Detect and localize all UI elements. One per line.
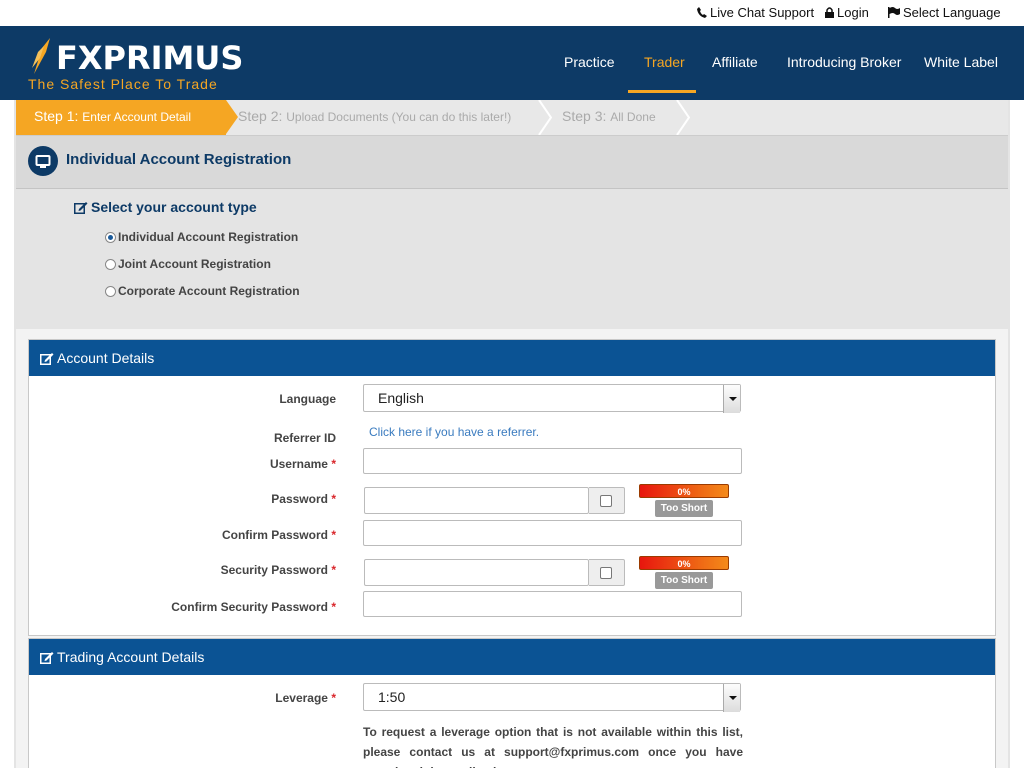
select-language-label: Select Language [903,5,1001,20]
login-label: Login [837,5,869,20]
radio-corporate[interactable]: Corporate Account Registration [105,284,300,298]
step-3: Step 3: All Done [562,108,656,124]
phone-icon [697,7,707,18]
live-chat-link[interactable]: Live Chat Support [697,5,814,20]
password-strength-meter: 0% [639,484,729,498]
checkbox-icon[interactable] [600,495,612,507]
chevron-down-icon[interactable] [723,385,740,413]
radio-button[interactable] [105,258,116,270]
radio-button[interactable] [105,285,116,297]
show-security-password-toggle[interactable] [589,559,625,586]
logo-tagline: The Safest Place To Trade [28,76,218,92]
referrer-label: Referrer ID [273,431,336,445]
username-label: Username * [269,457,336,471]
radio-button[interactable] [105,231,116,243]
edit-icon [40,352,54,365]
username-input[interactable] [363,448,742,474]
language-label: Language [279,392,336,406]
top-utility-bar: Live Chat Support Login Select Language [0,0,1024,26]
select-language-link[interactable]: Select Language [888,5,1001,20]
account-details-header: Account Details [29,340,995,376]
step-separator-chevron [538,100,552,135]
security-password-strength-label: Too Short [655,572,713,589]
security-password-label: Security Password * [220,563,336,577]
language-select[interactable]: English [363,384,741,413]
page-title: Individual Account Registration [66,151,292,168]
nav-introducing-broker[interactable]: Introducing Broker [787,54,901,70]
confirm-security-password-input[interactable] [363,591,742,617]
radio-joint[interactable]: Joint Account Registration [105,257,271,271]
password-label: Password * [271,492,336,506]
edit-icon [40,651,54,664]
radio-individual[interactable]: Individual Account Registration [105,230,298,244]
nav-trader[interactable]: Trader [644,54,685,70]
edit-icon [74,201,88,214]
nav-white-label[interactable]: White Label [924,54,998,70]
login-link[interactable]: Login [825,5,869,20]
logo-flame-icon [32,38,50,74]
monitor-icon-circle [28,146,58,176]
flag-icon [888,7,900,18]
security-password-input[interactable] [364,559,589,586]
site-header: FXPRIMUS The Safest Place To Trade Pract… [0,26,1024,100]
section-header: Individual Account Registration [16,136,1008,189]
checkbox-icon[interactable] [600,567,612,579]
password-strength-label: Too Short [655,500,713,517]
live-chat-label: Live Chat Support [710,5,815,20]
step-1: Step 1: Enter Account Detail [16,100,226,135]
step-end-chevron [676,100,690,135]
step-2: Step 2: Upload Documents (You can do thi… [238,108,512,124]
password-input[interactable] [364,487,589,514]
leverage-select[interactable]: 1:50 [363,683,741,712]
registration-steps: Step 1: Enter Account Detail Step 2: Upl… [16,100,1008,136]
security-password-strength-meter: 0% [639,556,729,570]
trading-details-header: Trading Account Details [29,639,995,675]
referrer-link[interactable]: Click here if you have a referrer. [369,425,539,439]
monitor-icon [35,155,51,168]
account-type-heading: Select your account type [74,199,257,215]
show-password-toggle[interactable] [589,487,625,514]
chevron-down-icon[interactable] [723,684,740,712]
nav-affiliate[interactable]: Affiliate [712,54,758,70]
lock-icon [825,7,834,18]
confirm-password-input[interactable] [363,520,742,546]
nav-active-indicator [628,90,696,93]
leverage-note: To request a leverage option that is not… [363,725,743,768]
step-1-arrow [226,100,238,134]
logo-wordmark: FXPRIMUS [56,39,244,77]
confirm-password-label: Confirm Password * [221,528,336,542]
confirm-security-password-label: Confirm Security Password * [171,600,336,614]
nav-practice[interactable]: Practice [564,54,615,70]
leverage-label: Leverage * [275,691,336,705]
